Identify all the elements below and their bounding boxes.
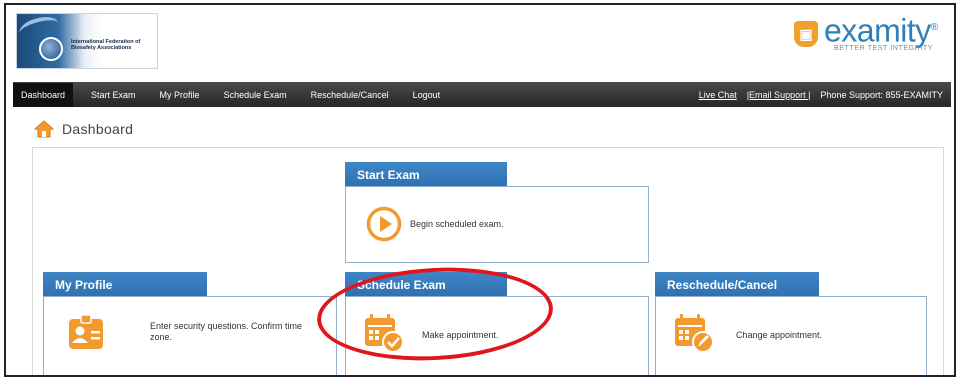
start-exam-box[interactable]: Begin scheduled exam.: [345, 186, 649, 263]
calendar-edit-icon[interactable]: [672, 311, 716, 360]
nav-reschedule-cancel[interactable]: Reschedule/Cancel: [311, 90, 389, 100]
examity-logo[interactable]: ▣ examity® BETTER TEST INTEGRITY: [794, 11, 954, 55]
my-profile-card[interactable]: My Profile Enter security questions. Con…: [43, 272, 339, 375]
browser-frame: International Federation of Biosafety As…: [4, 3, 956, 377]
my-profile-description: Enter security questions. Confirm time z…: [150, 321, 303, 342]
main-nav: Dashboard Start Exam My Profile Schedule…: [13, 82, 951, 107]
support-links: Live Chat |Email Support | Phone Support…: [699, 82, 943, 107]
profile-card-icon[interactable]: [66, 313, 106, 358]
header: International Federation of Biosafety As…: [6, 5, 954, 77]
email-support-link[interactable]: |Email Support |: [747, 90, 811, 100]
nav-logout[interactable]: Logout: [413, 90, 441, 100]
start-exam-title[interactable]: Start Exam: [345, 162, 507, 188]
nav-schedule-exam[interactable]: Schedule Exam: [224, 90, 287, 100]
nav-my-profile[interactable]: My Profile: [160, 90, 200, 100]
page-title: Dashboard: [62, 121, 134, 137]
breadcrumb: Dashboard: [33, 120, 134, 138]
brand-name: examity: [824, 12, 931, 49]
live-chat-link[interactable]: Live Chat: [699, 90, 737, 100]
start-exam-description: Begin scheduled exam.: [410, 219, 504, 229]
my-profile-box[interactable]: Enter security questions. Confirm time z…: [43, 296, 337, 375]
home-icon: [33, 120, 55, 138]
nav-dashboard[interactable]: Dashboard: [13, 82, 74, 107]
reschedule-cancel-title[interactable]: Reschedule/Cancel: [655, 272, 819, 298]
org-name: International Federation of Biosafety As…: [71, 39, 141, 51]
reschedule-cancel-card[interactable]: Reschedule/Cancel Change appointment.: [655, 272, 954, 375]
ifba-logo[interactable]: International Federation of Biosafety As…: [16, 13, 158, 69]
reschedule-cancel-description: Change appointment.: [736, 330, 823, 340]
nav-start-exam[interactable]: Start Exam: [91, 90, 136, 100]
brand-tagline: BETTER TEST INTEGRITY: [834, 45, 934, 52]
phone-support: Phone Support: 855-EXAMITY: [820, 89, 943, 100]
start-exam-card[interactable]: Start Exam Begin scheduled exam.: [345, 162, 651, 278]
registered-mark: ®: [930, 22, 938, 33]
globe-icon: [39, 37, 63, 61]
play-icon[interactable]: [366, 206, 402, 247]
reschedule-cancel-box[interactable]: Change appointment.: [655, 296, 927, 375]
lock-icon: ▣: [794, 21, 818, 47]
my-profile-title[interactable]: My Profile: [43, 272, 207, 298]
